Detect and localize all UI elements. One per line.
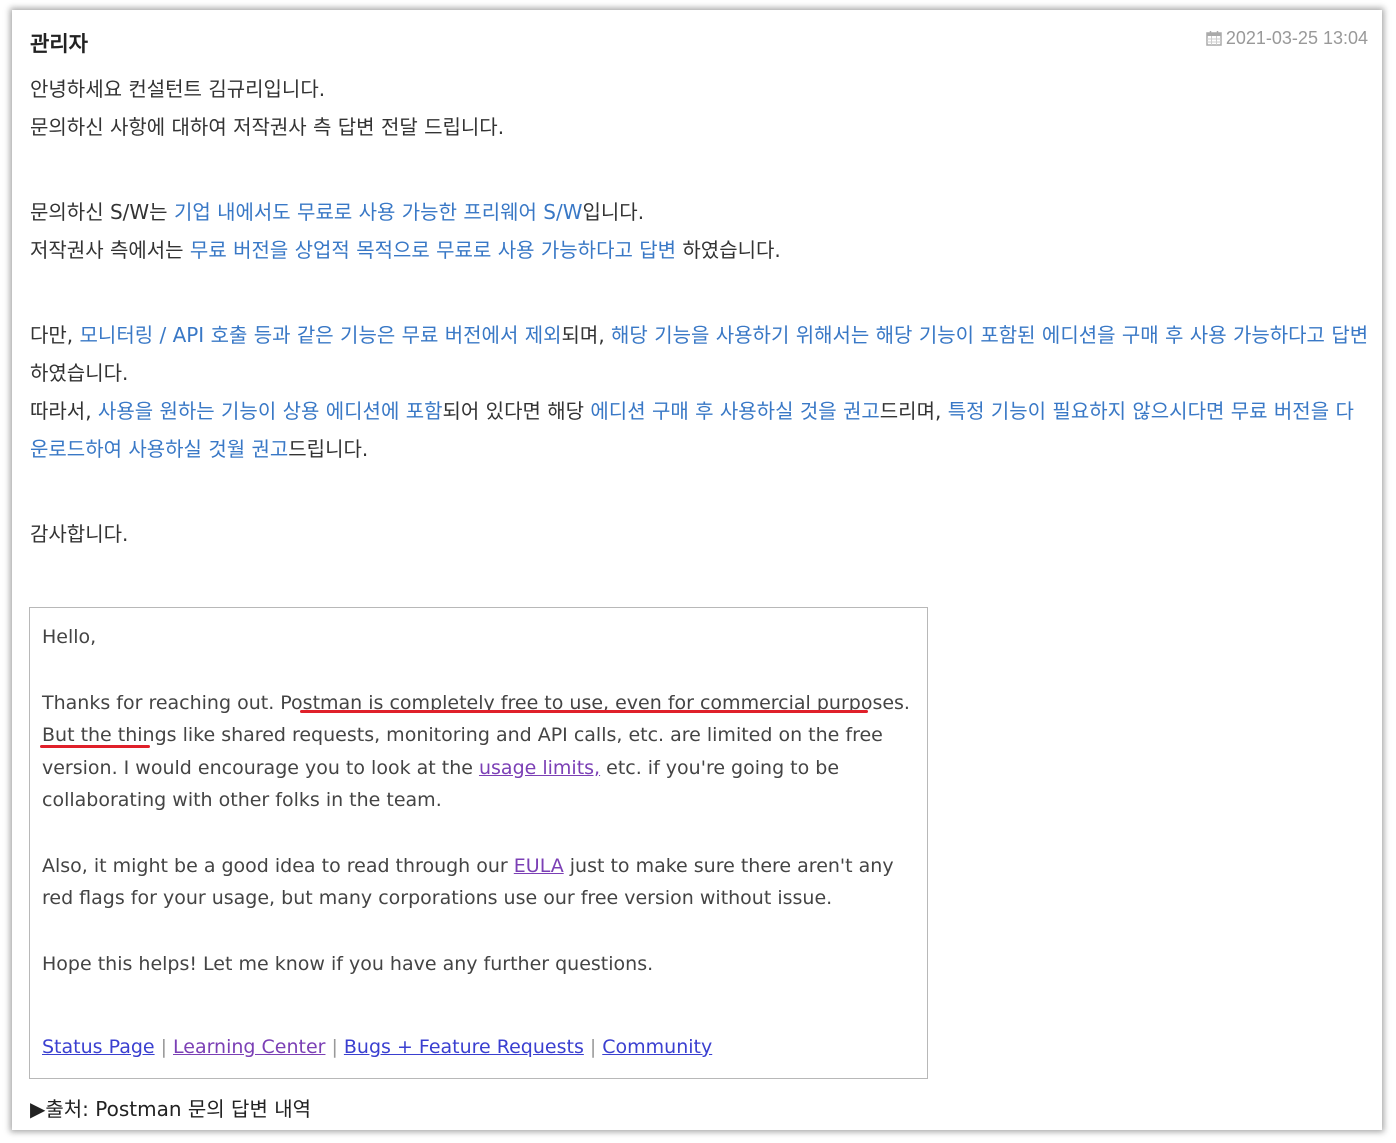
reply-paragraph-1: Thanks for reaching out. Postman is comp… — [42, 691, 910, 812]
calendar-icon — [1206, 30, 1222, 51]
post-date: 2021-03-25 13:04 — [1206, 28, 1368, 51]
reply-greeting: Hello, — [42, 626, 97, 648]
body-line-intro: 문의하신 사항에 대하여 저작권사 측 답변 전달 드립니다. — [30, 115, 505, 139]
body-line-recommendation: 따라서, 사용을 원하는 기능이 상용 에디션에 포함되어 있다면 해당 에디션… — [30, 399, 1354, 461]
reply-paragraph-3: Hope this helps! Let me know if you have… — [42, 952, 654, 975]
reply-paragraph-2: Also, it might be a good idea to read th… — [42, 854, 894, 910]
red-underline-2 — [40, 745, 150, 748]
postman-reply-screenshot: Hello, Thanks for reaching out. Postman … — [29, 607, 928, 1079]
body-line-thanks: 감사합니다. — [30, 522, 129, 546]
post-date-text: 2021-03-25 13:04 — [1225, 28, 1368, 48]
post-body: 안녕하세요 컨설턴트 김규리입니다. 문의하신 사항에 대하여 저작권사 측 답… — [30, 70, 1370, 553]
source-caption: ▶출처: Postman 문의 답변 내역 — [30, 1097, 312, 1121]
post-author: 관리자 — [30, 32, 88, 56]
body-line-commercial: 저작권사 측에서는 무료 버전을 상업적 목적으로 무료로 사용 가능하다고 답… — [30, 238, 781, 262]
reply-footer-links: Status Page | Learning Center | Bugs + Featu… — [42, 1036, 713, 1058]
usage-limits-link[interactable]: usage limits, — [479, 757, 600, 779]
post-card: 관리자 2021-03-25 13:04 안녕하세요 컨설턴트 김규리입니다. … — [12, 10, 1382, 1130]
eula-link[interactable]: EULA — [514, 855, 564, 877]
red-underline-1 — [300, 710, 868, 713]
learning-center-link[interactable]: Learning Center — [173, 1036, 325, 1058]
body-line-limitations: 다만, 모니터링 / API 호출 등과 같은 기능은 무료 버전에서 제외되며… — [30, 323, 1369, 385]
body-line-greeting: 안녕하세요 컨설턴트 김규리입니다. — [30, 77, 326, 101]
status-page-link[interactable]: Status Page — [42, 1036, 155, 1058]
bugs-feature-requests-link[interactable]: Bugs + Feature Requests — [344, 1036, 584, 1058]
body-line-freeware: 문의하신 S/W는 기업 내에서도 무료로 사용 가능한 프리웨어 S/W입니다… — [30, 200, 645, 224]
community-link[interactable]: Community — [602, 1036, 712, 1058]
